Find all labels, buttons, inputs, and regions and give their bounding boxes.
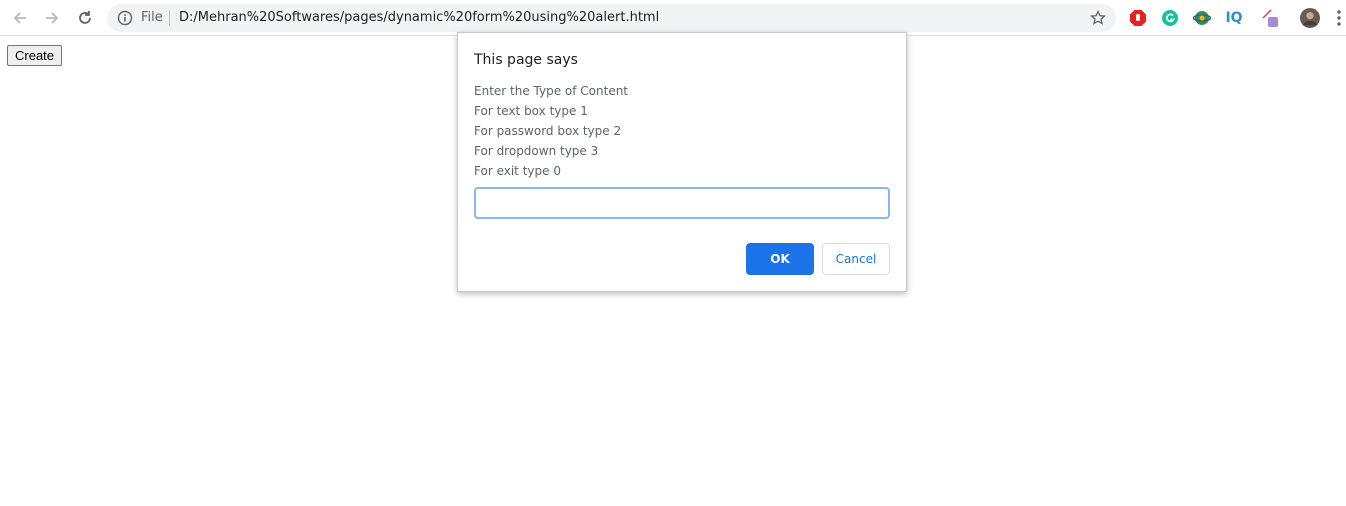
info-icon[interactable] bbox=[117, 10, 133, 26]
dialog-title: This page says bbox=[474, 52, 578, 68]
idm-icon[interactable] bbox=[1192, 8, 1212, 28]
dialog-message-line: For dropdown type 3 bbox=[474, 144, 599, 158]
adblock-icon[interactable] bbox=[1128, 8, 1148, 28]
forward-arrow-icon[interactable] bbox=[40, 6, 64, 30]
profile-avatar-icon[interactable] bbox=[1300, 8, 1320, 28]
dialog-message-line: For exit type 0 bbox=[474, 164, 561, 178]
reload-icon[interactable] bbox=[73, 6, 97, 30]
address-bar[interactable]: File D:/Mehran%20Softwares/pages/dynamic… bbox=[107, 4, 1116, 32]
cancel-button[interactable]: Cancel bbox=[822, 243, 890, 275]
dialog-message-line: For text box type 1 bbox=[474, 104, 588, 118]
ok-button[interactable]: OK bbox=[746, 243, 814, 275]
iq-icon[interactable]: IQ bbox=[1224, 8, 1244, 28]
create-button[interactable]: Create bbox=[7, 45, 63, 66]
browser-toolbar: File D:/Mehran%20Softwares/pages/dynamic… bbox=[0, 0, 1346, 36]
prompt-input[interactable] bbox=[474, 187, 890, 219]
dialog-message-line: Enter the Type of Content bbox=[474, 84, 629, 98]
extension-puzzle-icon[interactable] bbox=[1260, 8, 1280, 28]
scheme-label: File bbox=[141, 10, 163, 25]
dialog-message: Enter the Type of Content For text box t… bbox=[474, 81, 628, 181]
prompt-dialog: This page says Enter the Type of Content… bbox=[457, 32, 907, 292]
url-text[interactable]: D:/Mehran%20Softwares/pages/dynamic%20fo… bbox=[179, 10, 659, 25]
kebab-menu-icon[interactable] bbox=[1332, 8, 1346, 28]
grammarly-icon[interactable] bbox=[1160, 8, 1180, 28]
bookmark-star-icon[interactable] bbox=[1090, 9, 1106, 26]
dialog-message-line: For password box type 2 bbox=[474, 124, 622, 138]
back-arrow-icon[interactable] bbox=[8, 6, 32, 30]
omnibox-divider bbox=[169, 10, 170, 26]
